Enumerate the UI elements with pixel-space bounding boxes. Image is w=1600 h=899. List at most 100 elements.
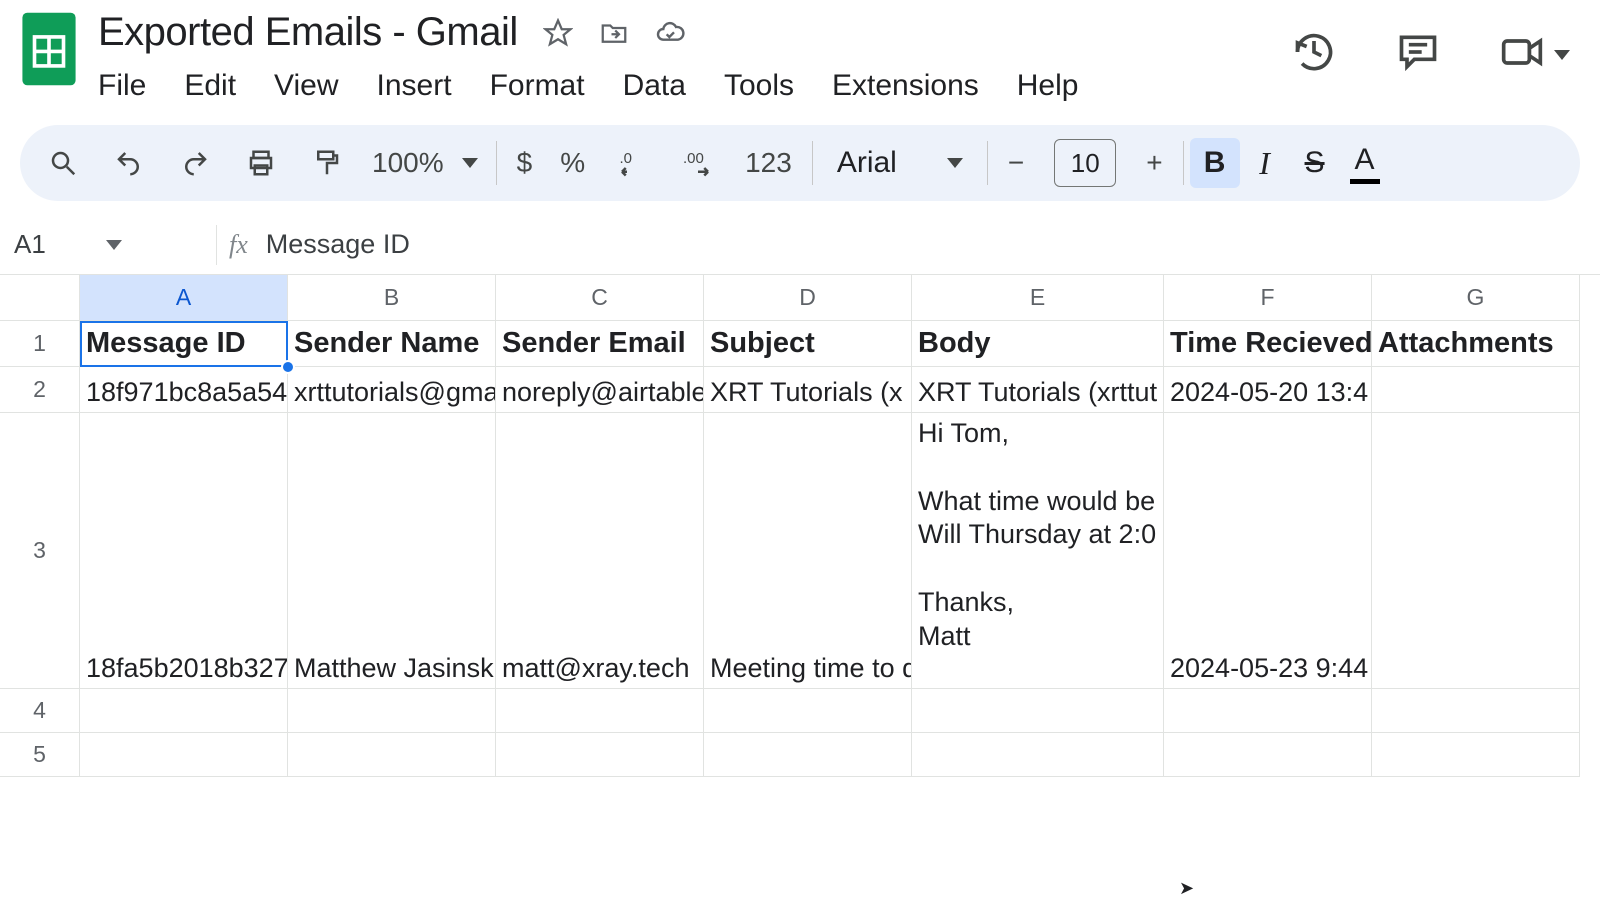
chevron-down-icon [462,158,478,168]
col-header-D[interactable]: D [704,275,912,321]
cell-F4[interactable] [1164,689,1372,733]
cell-E1[interactable]: Body [912,321,1164,367]
redo-icon[interactable] [162,138,228,188]
print-icon[interactable] [228,138,294,188]
zoom-select[interactable]: 100% [360,147,490,179]
italic-button[interactable]: I [1240,138,1290,188]
menu-edit[interactable]: Edit [184,69,236,103]
toolbar: 100% $ % .0 .00 123 Arial − + B I S A [20,125,1580,201]
cell-A5[interactable] [80,733,288,777]
mouse-cursor-icon: ➤ [1179,878,1194,899]
cell-G5[interactable] [1372,733,1580,777]
row-header-5[interactable]: 5 [0,733,80,777]
cell-F2[interactable]: 2024-05-20 13:4 [1164,367,1372,413]
col-header-A[interactable]: A [80,275,288,321]
fx-icon: fx [229,230,248,260]
col-header-B[interactable]: B [288,275,496,321]
comments-icon[interactable] [1396,30,1440,79]
menu-extensions[interactable]: Extensions [832,69,979,103]
bold-button[interactable]: B [1190,138,1240,188]
font-size-input[interactable] [1054,139,1116,187]
cell-E3[interactable]: Hi Tom, What time would be Will Thursday… [912,413,1164,689]
format-percent-button[interactable]: % [546,147,599,179]
cell-D4[interactable] [704,689,912,733]
col-header-E[interactable]: E [912,275,1164,321]
cell-A2[interactable]: 18f971bc8a5a54 [80,367,288,413]
font-select[interactable]: Arial [819,146,981,180]
meet-icon[interactable] [1500,30,1544,79]
col-header-C[interactable]: C [496,275,704,321]
cell-E5[interactable] [912,733,1164,777]
name-box[interactable]: A1 [14,229,204,260]
increase-font-size-button[interactable]: + [1132,147,1176,179]
format-numfmt-button[interactable]: 123 [731,147,806,179]
cell-C5[interactable] [496,733,704,777]
chevron-down-icon [106,240,122,250]
menu-data[interactable]: Data [623,69,686,103]
menu-help[interactable]: Help [1017,69,1079,103]
cell-B5[interactable] [288,733,496,777]
move-folder-icon[interactable] [598,17,630,49]
cell-A1[interactable]: Message ID [80,321,288,367]
row-header-2[interactable]: 2 [0,367,80,413]
row-header-1[interactable]: 1 [0,321,80,367]
increase-decimal-button[interactable]: .00 [665,138,731,188]
cell-A4[interactable] [80,689,288,733]
row-header-3[interactable]: 3 [0,413,80,689]
cell-D1[interactable]: Subject [704,321,912,367]
cell-F5[interactable] [1164,733,1372,777]
svg-text:.00: .00 [683,150,704,167]
cell-D2[interactable]: XRT Tutorials (x [704,367,912,413]
row-header-4[interactable]: 4 [0,689,80,733]
cell-C4[interactable] [496,689,704,733]
cell-B3[interactable]: Matthew Jasinsk [288,413,496,689]
col-header-G[interactable]: G [1372,275,1580,321]
header-right [1292,30,1570,79]
paint-format-icon[interactable] [294,138,360,188]
cell-G2[interactable] [1372,367,1580,413]
decrease-decimal-button[interactable]: .0 [599,138,665,188]
cell-G1[interactable]: Attachments [1372,321,1580,367]
menu-view[interactable]: View [274,69,338,103]
menu-file[interactable]: File [98,69,146,103]
format-currency-button[interactable]: $ [503,147,547,179]
meet-dropdown-icon[interactable] [1554,50,1570,60]
document-title[interactable]: Exported Emails - Gmail [98,10,518,55]
cell-D5[interactable] [704,733,912,777]
undo-icon[interactable] [96,138,162,188]
menu-tools[interactable]: Tools [724,69,794,103]
cell-C1[interactable]: Sender Email [496,321,704,367]
select-all-corner[interactable] [0,275,80,321]
history-icon[interactable] [1292,30,1336,79]
cell-B1[interactable]: Sender Name [288,321,496,367]
cell-A3[interactable]: 18fa5b2018b327 [80,413,288,689]
chevron-down-icon [947,158,963,168]
svg-text:.0: .0 [620,150,633,167]
menu-insert[interactable]: Insert [377,69,452,103]
sheets-logo[interactable] [20,10,78,88]
name-box-value: A1 [14,229,46,260]
cloud-saved-icon[interactable] [654,17,686,49]
cell-E4[interactable] [912,689,1164,733]
menu-format[interactable]: Format [490,69,585,103]
star-icon[interactable] [542,17,574,49]
col-header-F[interactable]: F [1164,275,1372,321]
decrease-font-size-button[interactable]: − [994,147,1038,179]
font-name: Arial [837,146,897,180]
text-color-button[interactable]: A [1340,138,1390,188]
cell-C2[interactable]: noreply@airtable [496,367,704,413]
cell-F3[interactable]: 2024-05-23 9:44 [1164,413,1372,689]
cell-B4[interactable] [288,689,496,733]
strikethrough-button[interactable]: S [1290,138,1340,188]
cell-G3[interactable] [1372,413,1580,689]
spreadsheet-grid[interactable]: A B C D E F G 1 Message ID Sender Name S… [0,275,1600,777]
cell-B2[interactable]: xrttutorials@gma [288,367,496,413]
cell-D3[interactable]: Meeting time to d [704,413,912,689]
cell-C3[interactable]: matt@xray.tech [496,413,704,689]
formula-bar: A1 fx Message ID [0,215,1600,275]
cell-G4[interactable] [1372,689,1580,733]
cell-F1[interactable]: Time Recieved [1164,321,1372,367]
search-menus-icon[interactable] [30,138,96,188]
formula-input[interactable]: Message ID [266,229,410,260]
cell-E2[interactable]: XRT Tutorials (xrttut [912,367,1164,413]
